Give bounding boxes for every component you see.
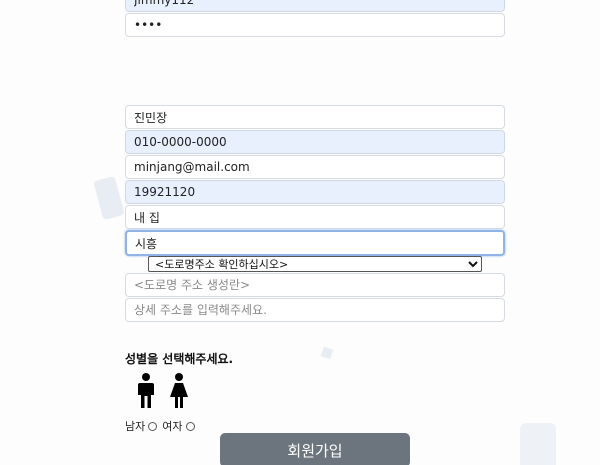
road-address-select[interactable]: <도로명주소 확인하십시오> <box>148 256 482 272</box>
city-input[interactable] <box>125 230 505 256</box>
male-icon <box>138 373 154 408</box>
name-input[interactable] <box>125 105 505 129</box>
gender-title: 성별을 선택해주세요. <box>125 352 234 366</box>
female-radio[interactable] <box>185 421 195 431</box>
birth-input[interactable] <box>125 180 505 204</box>
detail-address-input[interactable] <box>125 298 505 322</box>
phone-input[interactable] <box>125 130 505 154</box>
male-radio[interactable] <box>148 421 158 431</box>
password-input[interactable] <box>125 13 505 37</box>
signup-button[interactable]: 회원가입 <box>220 433 410 465</box>
female-label: 여자 <box>162 420 183 433</box>
email-input[interactable] <box>125 155 505 179</box>
gender-options: 남자 여자 <box>125 418 200 434</box>
male-label: 남자 <box>125 420 146 433</box>
background-shirt-decoration <box>320 346 334 360</box>
userid-input[interactable] <box>125 0 505 12</box>
female-icon <box>170 373 188 408</box>
address-label-input[interactable] <box>125 205 505 229</box>
road-address-input[interactable] <box>125 273 505 297</box>
background-shirt-decoration <box>520 423 556 465</box>
background-shirt-decoration <box>93 175 125 221</box>
